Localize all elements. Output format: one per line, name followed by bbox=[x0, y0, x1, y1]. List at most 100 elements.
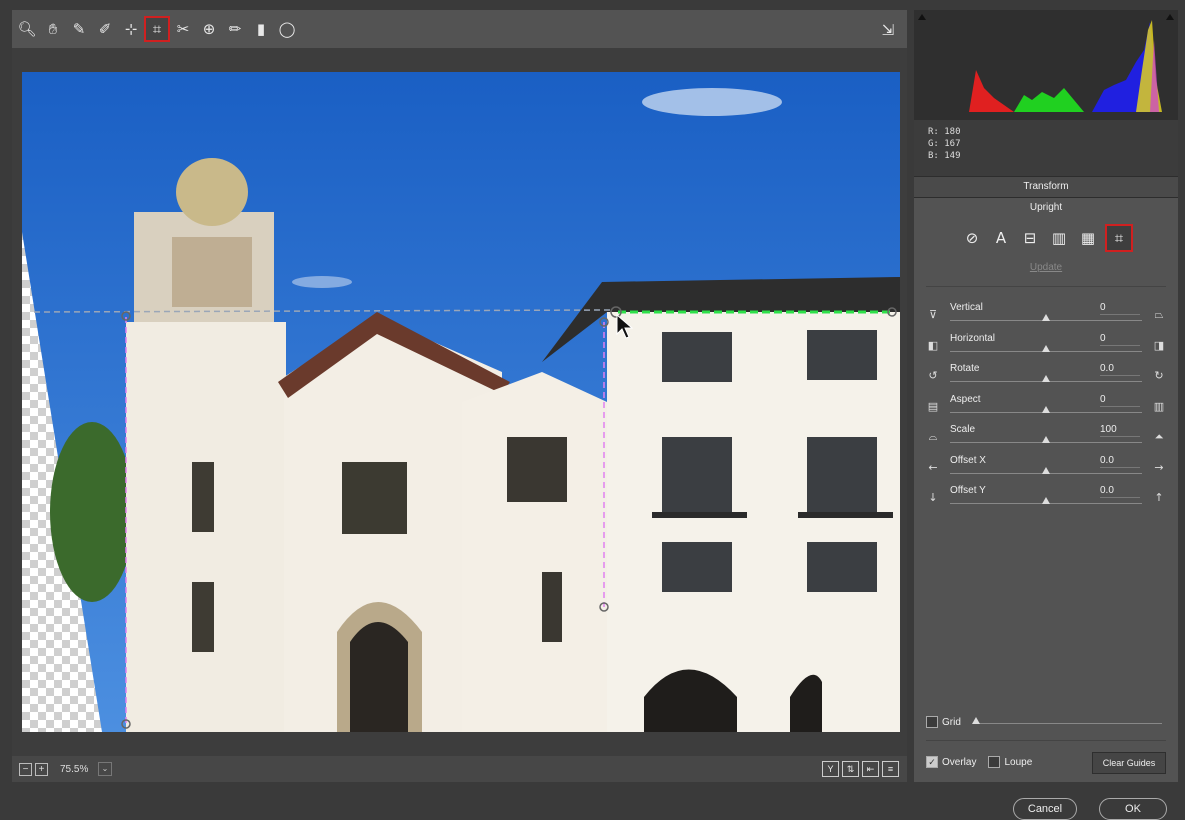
grid-size-slider[interactable] bbox=[976, 723, 1162, 724]
ok-button[interactable]: OK bbox=[1099, 798, 1167, 820]
slider-value-field[interactable]: 0.0 bbox=[1100, 485, 1140, 498]
radial-filter-icon[interactable]: ◯ bbox=[276, 18, 298, 40]
upright-label: Upright bbox=[1029, 202, 1063, 213]
update-button[interactable]: Update bbox=[914, 262, 1178, 273]
grid-slider-thumb[interactable] bbox=[972, 717, 980, 724]
toggle-fullscreen-icon[interactable]: ⇲ bbox=[877, 19, 899, 41]
overlay-label: Overlay bbox=[942, 756, 977, 768]
photo-preview[interactable] bbox=[22, 72, 900, 732]
horizontal-minus-icon[interactable]: ◧ bbox=[926, 339, 940, 352]
white-balance-tool-icon[interactable]: ✎ bbox=[68, 18, 90, 40]
zoom-in-button[interactable]: + bbox=[35, 762, 48, 776]
slider-thumb[interactable] bbox=[1042, 314, 1050, 321]
slider-thumb[interactable] bbox=[1042, 436, 1050, 443]
offset-x-left-icon[interactable]: ← bbox=[926, 461, 940, 474]
slider-value-field[interactable]: 100 bbox=[1100, 424, 1140, 437]
overlay-checkbox[interactable]: ✓ bbox=[926, 756, 938, 768]
slider-scale[interactable]: ⌓ Scale 100 ⏶ bbox=[914, 424, 1178, 454]
hand-tool-icon[interactable]: ✋︎ bbox=[42, 18, 64, 40]
zoom-dropdown[interactable]: ⌄ bbox=[98, 762, 112, 776]
zoom-out-button[interactable]: − bbox=[19, 762, 32, 776]
slider-value-field[interactable]: 0.0 bbox=[1100, 363, 1140, 376]
divider bbox=[926, 286, 1166, 287]
upright-level-icon[interactable]: ⊟ bbox=[1020, 228, 1040, 248]
upright-guided-icon[interactable]: ⌗ bbox=[1105, 224, 1133, 252]
r-label: R: bbox=[928, 127, 939, 137]
cancel-button[interactable]: Cancel bbox=[1013, 798, 1077, 820]
r-value: 180 bbox=[944, 127, 961, 137]
slider-label: Aspect bbox=[950, 393, 981, 405]
graduated-filter-icon[interactable]: ▮ bbox=[250, 18, 272, 40]
rgb-readout: R: 180 G: 167 B: 149 bbox=[914, 120, 1178, 176]
scale-plus-icon[interactable]: ⏶ bbox=[1152, 430, 1166, 444]
upright-buttons: ⊘ A ⊟ ▥ ▦ ⌗ bbox=[962, 224, 1133, 252]
scale-minus-icon[interactable]: ⌓ bbox=[926, 430, 940, 444]
slider-vertical[interactable]: ⊽ Vertical 0 ⏢ bbox=[914, 302, 1178, 332]
transform-tool-icon[interactable]: ⌗ bbox=[144, 16, 170, 42]
divider bbox=[926, 740, 1166, 741]
slider-label: Scale bbox=[950, 424, 976, 435]
grid-toggle[interactable]: Grid bbox=[926, 716, 961, 728]
slider-value-field[interactable]: 0 bbox=[1100, 302, 1140, 315]
upright-auto-icon[interactable]: A bbox=[991, 228, 1011, 248]
slider-thumb[interactable] bbox=[1042, 405, 1050, 413]
zoom-level[interactable]: 75.5% bbox=[60, 764, 98, 775]
slider-thumb[interactable] bbox=[1042, 375, 1050, 382]
horizontal-plus-icon[interactable]: ◨ bbox=[1152, 339, 1166, 352]
shadow-clipping-icon bbox=[918, 14, 926, 20]
aspect-minus-icon[interactable]: ▤ bbox=[926, 400, 940, 413]
b-label: B: bbox=[928, 151, 939, 161]
adjustment-brush-icon[interactable]: ✏ bbox=[224, 18, 246, 40]
upright-off-icon[interactable]: ⊘ bbox=[962, 228, 982, 248]
slider-horizontal[interactable]: ◧ Horizontal 0 ◨ bbox=[914, 333, 1178, 363]
adjustment-panel: R: 180 G: 167 B: 149 Transform Upright ⊘… bbox=[914, 10, 1178, 782]
before-after-y-icon[interactable]: Y bbox=[822, 761, 839, 777]
slider-offset-x[interactable]: ← Offset X 0.0 → bbox=[914, 455, 1178, 485]
slider-aspect[interactable]: ▤ Aspect 0 ▥ bbox=[914, 394, 1178, 424]
targeted-adjustment-tool-icon[interactable]: ⊹ bbox=[120, 18, 142, 40]
b-value: 149 bbox=[944, 151, 961, 161]
g-value: 167 bbox=[944, 139, 961, 149]
aspect-plus-icon[interactable]: ▥ bbox=[1152, 400, 1166, 413]
loupe-checkbox[interactable] bbox=[988, 756, 1001, 768]
offset-y-up-icon[interactable]: ↑ bbox=[1152, 491, 1166, 504]
slider-label: Rotate bbox=[950, 363, 980, 374]
preview-preferences-icon[interactable]: ≡ bbox=[882, 761, 899, 777]
image-canvas[interactable] bbox=[12, 48, 907, 756]
panel-title: Transform bbox=[914, 176, 1178, 198]
swap-before-after-icon[interactable]: ⇅ bbox=[842, 761, 859, 777]
tool-bar: 🔍︎ ✋︎ ✎ ✐ ⊹ ⌗ ✂ ⊕ ✏ ▮ ◯ ⇲ bbox=[12, 10, 907, 48]
slider-thumb[interactable] bbox=[1042, 497, 1050, 504]
offset-y-down-icon[interactable]: ↓ bbox=[926, 491, 940, 504]
loupe-label: Loupe bbox=[1004, 756, 1033, 768]
vertical-minus-icon[interactable]: ⊽ bbox=[926, 308, 940, 321]
grid-checkbox[interactable] bbox=[926, 716, 938, 728]
rotate-right-icon[interactable]: ↻ bbox=[1152, 369, 1166, 382]
preview-footer: − + 75.5% ⌄ Y ⇅ ⇤ ≡ bbox=[12, 756, 907, 782]
slider-label: Horizontal bbox=[950, 332, 996, 344]
rotate-left-icon[interactable]: ↺ bbox=[926, 369, 940, 382]
slider-offset-y[interactable]: ↓ Offset Y 0.0 ↑ bbox=[914, 485, 1178, 515]
clear-guides-button[interactable]: Clear Guides bbox=[1092, 752, 1166, 774]
upright-full-icon[interactable]: ▦ bbox=[1078, 228, 1098, 248]
zoom-tool-icon[interactable]: 🔍︎ bbox=[16, 18, 38, 40]
vertical-plus-icon[interactable]: ⏢ bbox=[1152, 308, 1166, 322]
slider-label: Offset Y bbox=[950, 485, 986, 496]
copy-settings-icon[interactable]: ⇤ bbox=[862, 761, 879, 777]
slider-value-field[interactable]: 0.0 bbox=[1100, 455, 1140, 468]
upright-vertical-icon[interactable]: ▥ bbox=[1049, 228, 1069, 248]
slider-value-field[interactable]: 0 bbox=[1100, 333, 1140, 346]
slider-value-field[interactable]: 0 bbox=[1100, 394, 1140, 407]
slider-label: Vertical bbox=[950, 302, 983, 313]
slider-thumb[interactable] bbox=[1042, 344, 1050, 352]
spot-removal-tool-icon[interactable]: ✂ bbox=[172, 18, 194, 40]
color-sampler-tool-icon[interactable]: ✐ bbox=[94, 18, 116, 40]
slider-thumb[interactable] bbox=[1042, 466, 1050, 474]
grid-label: Grid bbox=[942, 716, 961, 728]
red-eye-tool-icon[interactable]: ⊕ bbox=[198, 18, 220, 40]
slider-label: Offset X bbox=[950, 454, 986, 466]
offset-x-right-icon[interactable]: → bbox=[1152, 461, 1166, 474]
overlay-options: ✓ Overlay Loupe bbox=[926, 756, 1032, 768]
slider-rotate[interactable]: ↺ Rotate 0.0 ↻ bbox=[914, 363, 1178, 393]
view-controls: Y ⇅ ⇤ ≡ bbox=[822, 761, 899, 777]
